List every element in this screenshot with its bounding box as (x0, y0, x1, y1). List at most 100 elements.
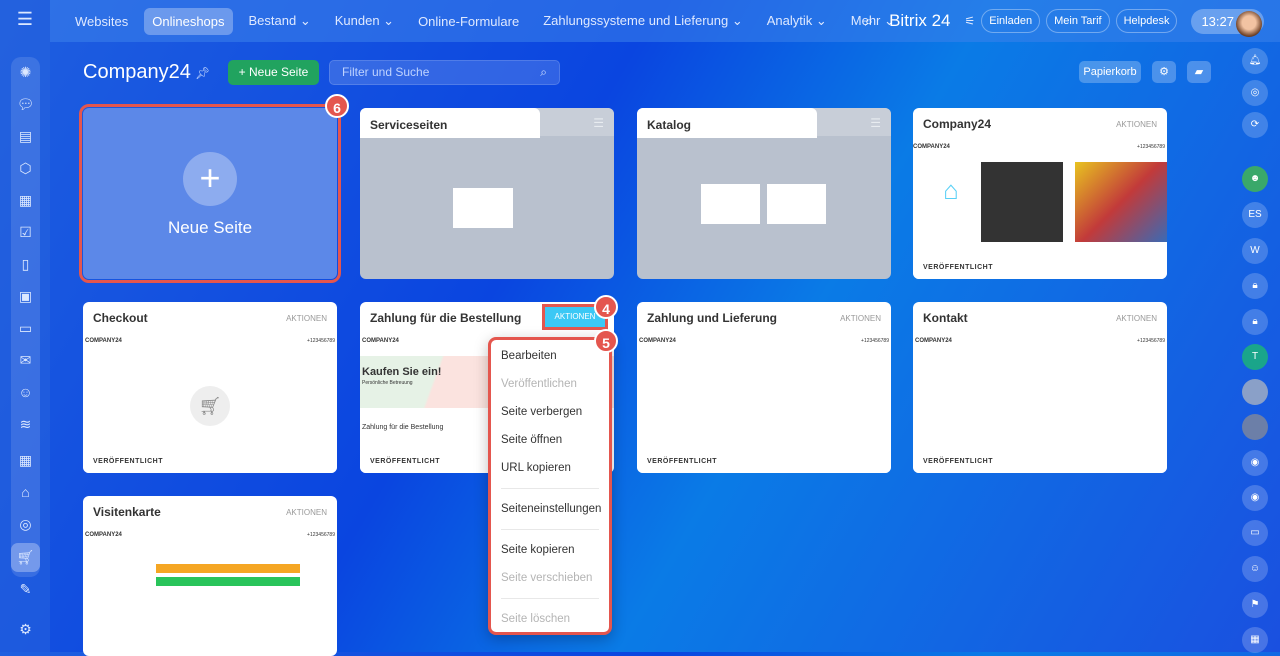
avatar-es[interactable]: ES (1242, 202, 1268, 228)
board-icon[interactable]: ▣ (11, 282, 40, 311)
top-bar: Websites Onlineshops Bestand ⌄ Kunden ⌄ … (50, 0, 1280, 42)
user-avatar[interactable] (1236, 10, 1262, 37)
menu-item-seite-verbergen[interactable]: Seite verbergen (491, 398, 609, 426)
gear-icon[interactable]: ⚙ (1152, 61, 1176, 83)
invite-button[interactable]: Einladen (981, 9, 1041, 33)
trash-button[interactable]: Papierkorb (1079, 61, 1141, 83)
helpdesk-button[interactable]: Helpdesk (1115, 9, 1178, 33)
page-title: Company24 (83, 61, 191, 83)
status-badge: VERÖFFENTLICHT (637, 451, 891, 473)
bot-icon[interactable]: ☺ (1242, 556, 1268, 582)
status-badge: VERÖFFENTLICHT (913, 451, 1167, 473)
chat-sync-icon[interactable]: ⟳ (1242, 112, 1268, 138)
chat-icon[interactable]: ▭ (1242, 520, 1268, 546)
bitrix-logo: Bitrix 24 (889, 11, 951, 30)
chat-icon[interactable]: 💬︎ (11, 90, 40, 119)
lock-icon[interactable]: 🔒︎ (1242, 273, 1268, 299)
menu-item-veroeffentlichen: Veröffentlichen (501, 378, 577, 390)
user-avatar[interactable] (1242, 414, 1268, 440)
menu-item-seiteneinstellungen[interactable]: Seiteneinstellungen (491, 495, 609, 523)
user-avatar[interactable] (1242, 379, 1268, 405)
page-card-visitenkarte[interactable]: Visitenkarte AKTIONEN COMPANY24 +123456789 (83, 496, 337, 656)
preview-phone: +123456789 (861, 338, 889, 344)
status-badge: VERÖFFENTLICHT (83, 451, 337, 473)
menu-item-bearbeiten[interactable]: Bearbeiten (491, 342, 609, 370)
avatar-w[interactable]: W (1242, 238, 1268, 264)
search-icon[interactable]: ⌕ (865, 13, 873, 30)
new-page-card[interactable]: + Neue Seite (79, 104, 341, 283)
tariff-button[interactable]: Mein Tarif (1046, 9, 1110, 33)
actions-dropdown[interactable]: AKTIONEN (286, 508, 327, 517)
nav-websites[interactable]: Websites (67, 8, 136, 35)
nav-bestand[interactable]: Bestand ⌄ (241, 7, 319, 35)
page-card-checkout[interactable]: Checkout AKTIONEN COMPANY24 +123456789 🛒︎ … (83, 302, 337, 473)
card-title: Zahlung und Lieferung (647, 311, 777, 325)
openline-icon[interactable]: ◉ (1242, 485, 1268, 511)
mail-icon[interactable]: ✉ (11, 346, 40, 375)
lock-icon[interactable]: 🔒︎ (1242, 309, 1268, 335)
openline-icon[interactable]: ◉ (1242, 450, 1268, 476)
card-title: Checkout (93, 311, 148, 325)
folder-card-katalog[interactable]: ☰ Katalog (637, 108, 891, 279)
page-card-zahlung-lieferung[interactable]: Zahlung und Lieferung AKTIONEN COMPANY24 +… (637, 302, 891, 473)
page-card-company24[interactable]: Company24 AKTIONEN COMPANY24 +123456789 ⌂ … (913, 108, 1167, 279)
actions-dropdown[interactable]: AKTIONEN (286, 314, 327, 323)
nav-onlineshops[interactable]: Onlineshops (144, 7, 233, 35)
actions-dropdown[interactable]: AKTIONEN (1116, 314, 1157, 323)
worktime-clock[interactable]: 13:27 (1191, 8, 1264, 37)
home-icon: ⌂ (923, 162, 979, 218)
activity-icon[interactable]: ✺ (11, 58, 40, 87)
contacts-icon[interactable]: ☺ (11, 378, 40, 407)
fingerprint-icon[interactable]: ◎ (1242, 80, 1268, 106)
menu-icon[interactable]: ☰ (0, 9, 50, 30)
shop-icon[interactable]: 🛒︎ (11, 543, 40, 572)
page-card-kontakt[interactable]: Kontakt AKTIONEN COMPANY24 +123456789 VERÖ… (913, 302, 1167, 473)
folder-title: Serviceseiten (360, 108, 540, 138)
store-icon[interactable]: ⌂ (11, 478, 40, 507)
preview-company: COMPANY24 (913, 144, 950, 150)
preview-hero: Kaufen Sie ein! (362, 366, 442, 378)
docs-icon[interactable]: ▯ (11, 250, 40, 279)
drive-icon[interactable]: ▭ (11, 314, 40, 343)
folder-card-serviceseiten[interactable]: ☰ Serviceseiten (360, 108, 614, 279)
tasks-icon[interactable]: ☑ (11, 218, 40, 247)
preview-heading: Zahlung für die Bestellung (362, 424, 444, 431)
nav-analytik[interactable]: Analytik ⌄ (759, 7, 835, 35)
folder-add-icon[interactable]: ▰ (1187, 61, 1211, 83)
crm-icon[interactable]: ⬡ (11, 154, 40, 183)
booking-icon[interactable]: ▦ (11, 446, 40, 475)
menu-item-url-kopieren[interactable]: URL kopieren (491, 454, 609, 482)
sliders-icon[interactable]: ⚟ (965, 14, 976, 28)
feed-icon[interactable]: ▤ (11, 122, 40, 151)
nav-zahlungssysteme[interactable]: Zahlungssysteme und Lieferung ⌄ (535, 7, 751, 35)
top-nav: Websites Onlineshops Bestand ⌄ Kunden ⌄ … (67, 7, 911, 35)
sign-icon[interactable]: ✎ (11, 575, 40, 604)
new-page-button[interactable]: + Neue Seite (228, 60, 319, 85)
group-icon[interactable]: ☻ (1242, 166, 1268, 192)
cart-icon: 🛒︎ (190, 386, 230, 426)
search-input[interactable]: Filter und Suche ⌕ (329, 60, 560, 85)
nav-online-formulare[interactable]: Online-Formulare (410, 8, 527, 35)
menu-icon[interactable]: ☰ (870, 116, 881, 130)
bookmark-icon[interactable]: ⚑ (1242, 592, 1268, 618)
preview-phone: +123456789 (307, 338, 335, 344)
target-icon[interactable]: ◎ (11, 510, 40, 539)
menu-item-seite-loeschen: Seite löschen (501, 613, 571, 625)
page-thumbnail (767, 184, 826, 224)
nav-kunden[interactable]: Kunden ⌄ (327, 7, 402, 35)
card-title: Visitenkarte (93, 505, 161, 519)
filter-icon[interactable]: ≋ (11, 410, 40, 439)
menu-item-seite-kopieren[interactable]: Seite kopieren (491, 536, 609, 564)
preview-company: COMPANY24 (362, 338, 399, 344)
menu-item-seite-oeffnen[interactable]: Seite öffnen (491, 426, 609, 454)
menu-icon[interactable]: ☰ (593, 116, 604, 130)
avatar-t[interactable]: T (1242, 344, 1268, 370)
actions-dropdown[interactable]: AKTIONEN (840, 314, 881, 323)
settings-icon[interactable]: ⚙ (11, 615, 40, 644)
step-badge-6: 6 (325, 94, 349, 118)
grid-icon[interactable]: ▦ (1242, 627, 1268, 653)
calendar-icon[interactable]: ▦ (11, 186, 40, 215)
bell-icon[interactable]: 🔔︎ (1242, 48, 1268, 74)
actions-dropdown[interactable]: AKTIONEN (1116, 120, 1157, 129)
pin-icon[interactable]: 📌︎ (195, 66, 210, 80)
